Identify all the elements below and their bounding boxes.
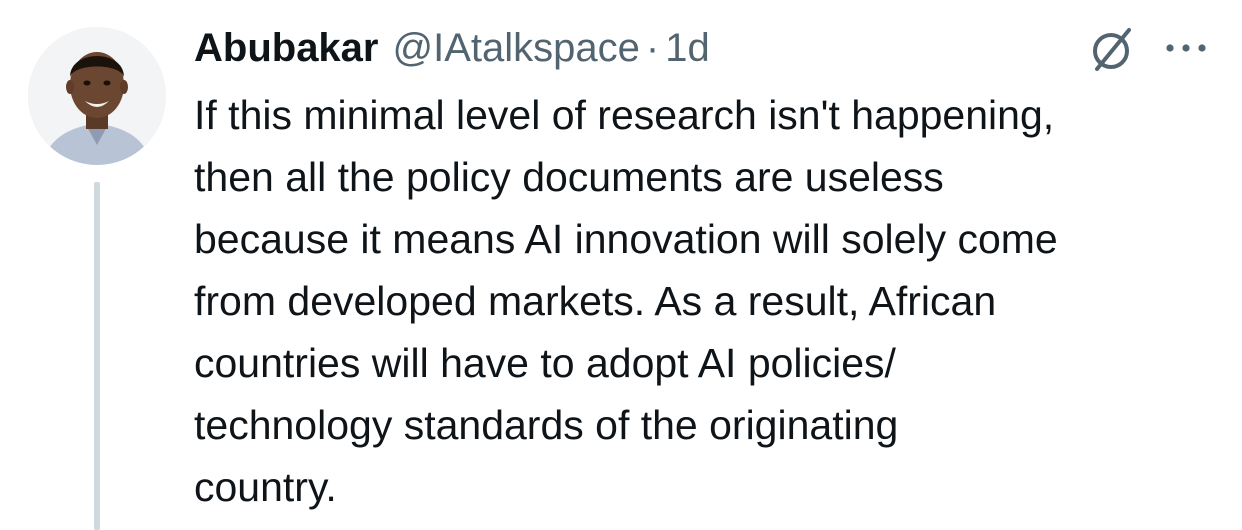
- tweet[interactable]: Abubakar @IAtalkspace · 1d If this minim…: [0, 0, 1242, 530]
- tweet-text-line: country.: [194, 464, 337, 510]
- tweet-text: If this minimal level of research isn't …: [194, 84, 1224, 518]
- tweet-text-line: If this minimal level of research isn't …: [194, 92, 1055, 138]
- grok-slash-icon[interactable]: [1087, 26, 1139, 74]
- author-handle[interactable]: @IAtalkspace: [393, 22, 640, 74]
- tweet-text-line: countries will have to adopt AI policies…: [194, 340, 896, 386]
- ellipsis-icon[interactable]: [1161, 38, 1211, 58]
- profile-photo-icon: [28, 27, 166, 165]
- tweet-text-line: technology standards of the originating: [194, 402, 899, 448]
- author-avatar[interactable]: [28, 27, 166, 165]
- tweet-text-line: then all the policy documents are useles…: [194, 154, 944, 200]
- tweet-text-line: because it means AI innovation will sole…: [194, 216, 1058, 262]
- thread-connector-line: [94, 182, 100, 530]
- header-separator: ·: [645, 26, 660, 70]
- tweet-timestamp[interactable]: 1d: [665, 22, 710, 74]
- author-name[interactable]: Abubakar: [194, 22, 379, 74]
- tweet-header: Abubakar @IAtalkspace · 1d: [194, 22, 710, 74]
- tweet-text-line: from developed markets. As a result, Afr…: [194, 278, 997, 324]
